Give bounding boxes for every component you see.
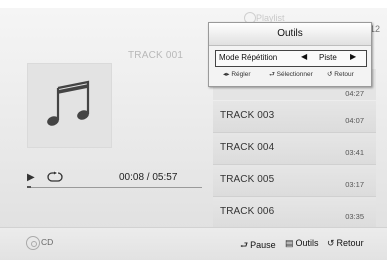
pause-label: Pause [250,240,276,250]
top-strip [0,0,387,8]
select-hint-label: Sélectionner [276,71,313,78]
playback-time: 00:08 / 05:57 [119,172,178,183]
track-list: TRACK 003 04:07 TRACK 004 03:41 TRACK 00… [213,101,376,229]
progress-track [27,187,202,188]
player-screen: Playlist 12 TRACK 001 ▶ 00:08 / 05:57 04… [0,0,387,260]
track-row[interactable]: TRACK 006 03:35 [213,197,376,229]
enter-icon: ⮐ [269,71,275,78]
playback-controls: ▶ 00:08 / 05:57 [27,171,202,187]
track-duration: 04:07 [345,116,364,125]
option-label: Mode Répétition [219,53,278,62]
select-hint: ⮐ Sélectionner [269,70,313,81]
tools-label: Outils [295,238,319,248]
play-icon[interactable]: ▶ [27,172,35,183]
track-row[interactable]: TRACK 004 03:41 [213,133,376,165]
left-right-arrows-icon: ◂▸ [223,71,230,78]
music-note-icon [47,80,90,126]
option-value: Piste [319,53,337,62]
return-icon: ↺ [327,71,333,78]
tools-popup-title: Outils [209,23,371,46]
back-hint: ↺ Retour [327,70,354,78]
track-row[interactable]: TRACK 003 04:07 [213,101,376,133]
tools-popup: Outils Mode Répétition ◀ Piste ▶ ◂▸ Régl… [208,22,372,87]
back-hint-label: Retour [334,71,354,78]
track-duration: 04:27 [345,89,364,98]
track-name: TRACK 005 [220,174,275,185]
back-label: Retour [336,238,364,248]
progress-fill [27,186,31,188]
track-duration: 03:17 [345,180,364,189]
back-button[interactable]: ↺ Retour [327,238,364,249]
disc-icon [26,236,40,250]
tools-icon: ▤ [285,238,294,248]
track-name: TRACK 003 [220,110,275,121]
enter-icon: ⮐ [240,240,249,250]
footer-bar: CD ⮐ Pause ▤ Outils ↺ Retour [0,227,387,260]
track-name: TRACK 004 [220,142,275,153]
album-art [27,63,112,148]
repeat-mode-option[interactable]: Mode Répétition ◀ Piste ▶ [215,50,367,67]
track-duration: 03:41 [345,148,364,157]
repeat-icon[interactable] [46,171,64,183]
track-duration: 03:35 [345,212,364,221]
arrow-right-icon[interactable]: ▶ [350,52,356,61]
pause-button[interactable]: ⮐ Pause [240,238,276,254]
arrow-left-icon[interactable]: ◀ [301,52,307,61]
return-icon: ↺ [327,238,335,248]
track-row[interactable]: TRACK 005 03:17 [213,165,376,197]
track-name: TRACK 006 [220,206,275,217]
adjust-hint-label: Régler [231,71,251,78]
adjust-hint: ◂▸ Régler [223,70,251,78]
tools-button[interactable]: ▤ Outils [285,238,319,249]
source-label: CD [41,237,54,247]
now-playing-title: TRACK 001 [128,50,184,61]
